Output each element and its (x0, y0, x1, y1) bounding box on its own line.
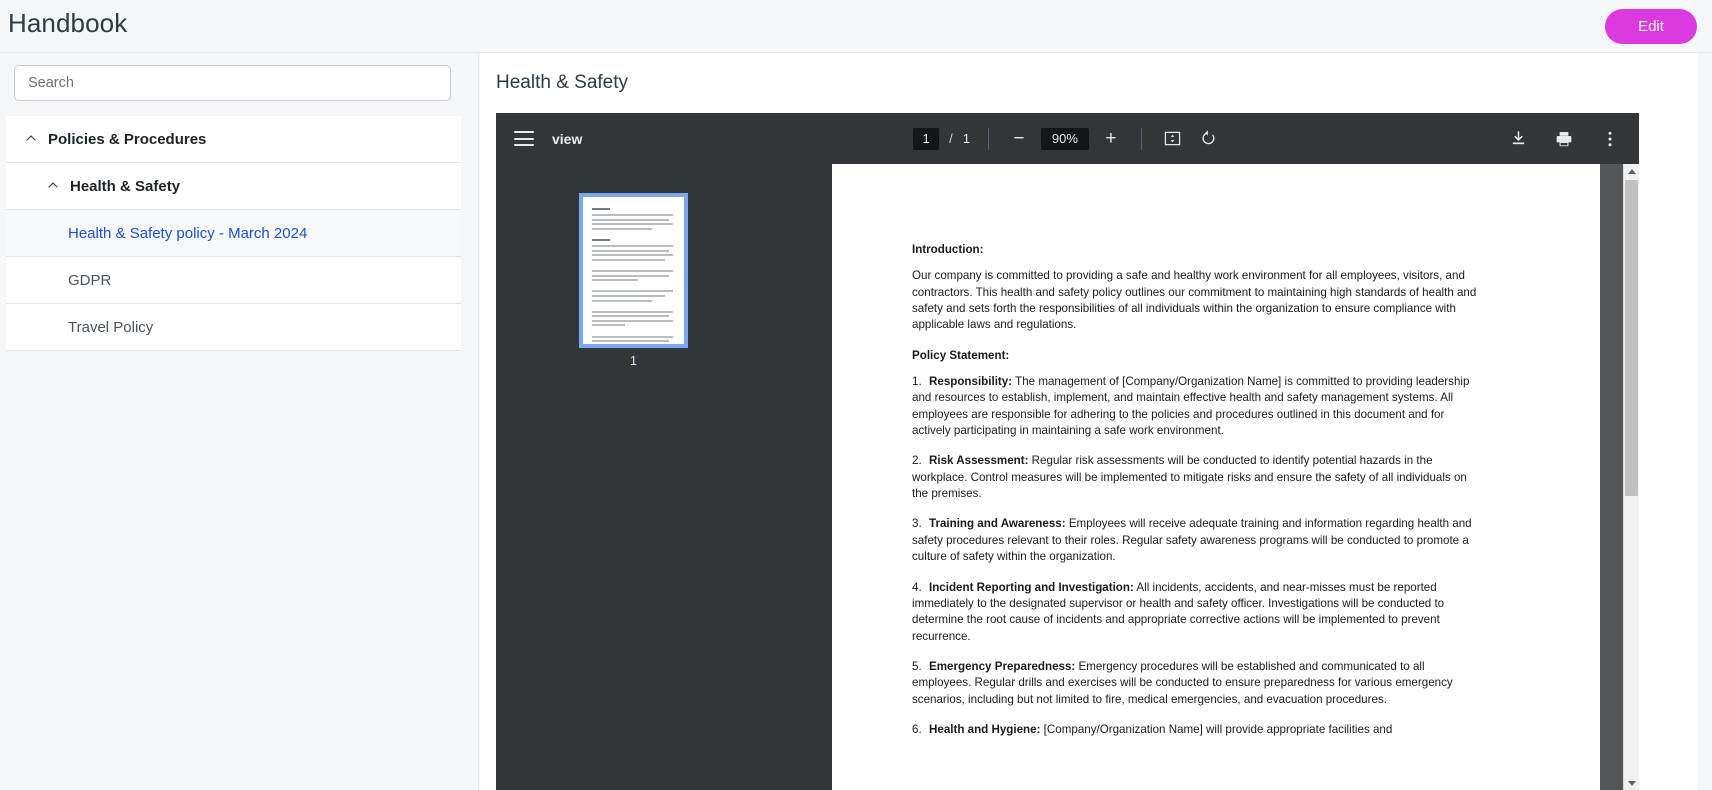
hamburger-menu-icon[interactable] (514, 131, 534, 146)
chevron-up-icon[interactable] (24, 131, 38, 145)
toolbar-divider (987, 127, 989, 150)
thumbnail-rail: 1 (496, 164, 832, 790)
doc-item-number: 5. (912, 659, 922, 673)
doc-list-item: 3. Training and Awareness: Employees will… (912, 516, 1484, 565)
doc-item-term: Emergency Preparedness: (929, 659, 1076, 673)
doc-item-number: 1. (912, 375, 922, 389)
thumbnail-page-number: 1 (630, 354, 637, 368)
pdf-viewer: view / 1 − 90% + (496, 113, 1639, 790)
page-total: 1 (962, 131, 970, 146)
pdf-toolbar-center: / 1 − 90% + (496, 126, 1639, 152)
thumbnail-page-1[interactable] (579, 193, 688, 348)
top-bar: Handbook Edit (0, 0, 1712, 53)
sidebar-item-gdpr[interactable]: GDPR (6, 257, 461, 304)
fit-to-page-icon[interactable] (1160, 126, 1186, 152)
sidebar-item-travel-policy[interactable]: Travel Policy (6, 304, 461, 351)
page-title: Health & Safety (496, 72, 629, 93)
pdf-text-content: Introduction: Our company is committed t… (912, 242, 1484, 738)
sidebar-item-health-and-safety-policy[interactable]: Health & Safety policy - March 2024 (6, 210, 461, 257)
search-container (14, 65, 451, 101)
doc-item-number: 3. (912, 517, 922, 531)
doc-policy-heading: Policy Statement: (912, 348, 1010, 362)
pdf-toolbar-left: view (496, 131, 582, 147)
download-icon[interactable] (1505, 126, 1531, 152)
doc-list-item: 1. Responsibility: The management of [Com… (912, 374, 1484, 439)
doc-item-number: 6. (912, 722, 922, 736)
pdf-toolbar-right (1505, 126, 1623, 152)
zoom-out-button[interactable]: − (1007, 127, 1031, 151)
sidebar-item-label: Health & Safety (70, 177, 181, 195)
rotate-counterclockwise-icon[interactable] (1196, 126, 1222, 152)
doc-item-term: Incident Reporting and Investigation: (929, 580, 1134, 594)
zoom-in-button[interactable]: + (1099, 127, 1123, 151)
document-tree: Policies & Procedures Health & Safety He… (6, 116, 461, 351)
app-title: Handbook (8, 8, 128, 38)
page-separator: / (949, 131, 953, 146)
scroll-up-arrow-icon[interactable] (1624, 164, 1639, 178)
search-input[interactable] (14, 65, 451, 101)
toolbar-divider (1140, 127, 1142, 150)
doc-intro-heading: Introduction: (912, 243, 984, 256)
doc-item-term: Responsibility: (929, 375, 1013, 389)
edit-button[interactable]: Edit (1605, 9, 1697, 44)
doc-item-term: Risk Assessment: (929, 454, 1029, 468)
print-icon[interactable] (1551, 126, 1577, 152)
doc-list-item: 6. Health and Hygiene: [Company/Organizat… (912, 722, 1484, 738)
page-number-input[interactable] (913, 127, 940, 150)
sidebar-item-label: Policies & Procedures (48, 130, 207, 148)
scroll-down-arrow-icon[interactable] (1624, 776, 1639, 790)
zoom-level[interactable]: 90% (1040, 127, 1089, 150)
sidebar: Policies & Procedures Health & Safety He… (0, 53, 479, 790)
doc-list-item: 4. Incident Reporting and Investigation: … (912, 580, 1484, 645)
sidebar-item-label: Health & Safety policy - March 2024 (68, 224, 308, 242)
pdf-view-label: view (552, 130, 583, 147)
scrollbar-thumb[interactable] (1625, 180, 1638, 496)
doc-item-number: 2. (912, 454, 922, 468)
pdf-page-area: Introduction: Our company is committed t… (832, 164, 1639, 790)
sidebar-item-label: Travel Policy (68, 318, 154, 336)
page-vertical-scrollbar[interactable] (1698, 53, 1712, 790)
doc-intro-paragraph: Our company is committed to providing a … (912, 269, 1477, 332)
more-vertical-icon[interactable] (1597, 126, 1623, 152)
doc-item-text: [Company/Organization Name] will provide… (1040, 722, 1393, 736)
doc-item-term: Health and Hygiene: (929, 722, 1041, 736)
doc-list-item: 5. Emergency Preparedness: Emergency proc… (912, 659, 1484, 708)
doc-item-term: Training and Awareness: (929, 517, 1066, 531)
pdf-page-1: Introduction: Our company is committed t… (832, 164, 1600, 790)
chevron-up-icon[interactable] (46, 178, 60, 192)
doc-item-number: 4. (912, 580, 922, 594)
sidebar-item-label: GDPR (68, 271, 112, 289)
sidebar-item-policies-and-procedures[interactable]: Policies & Procedures (6, 116, 461, 163)
thumbnail-preview (583, 197, 684, 344)
sidebar-item-health-and-safety[interactable]: Health & Safety (6, 163, 461, 210)
pdf-vertical-scrollbar[interactable] (1623, 164, 1639, 790)
content-panel: Health & Safety view / 1 − 90% + (480, 53, 1712, 790)
pdf-toolbar: view / 1 − 90% + (496, 113, 1639, 164)
doc-list-item: 2. Risk Assessment: Regular risk assessme… (912, 453, 1484, 502)
